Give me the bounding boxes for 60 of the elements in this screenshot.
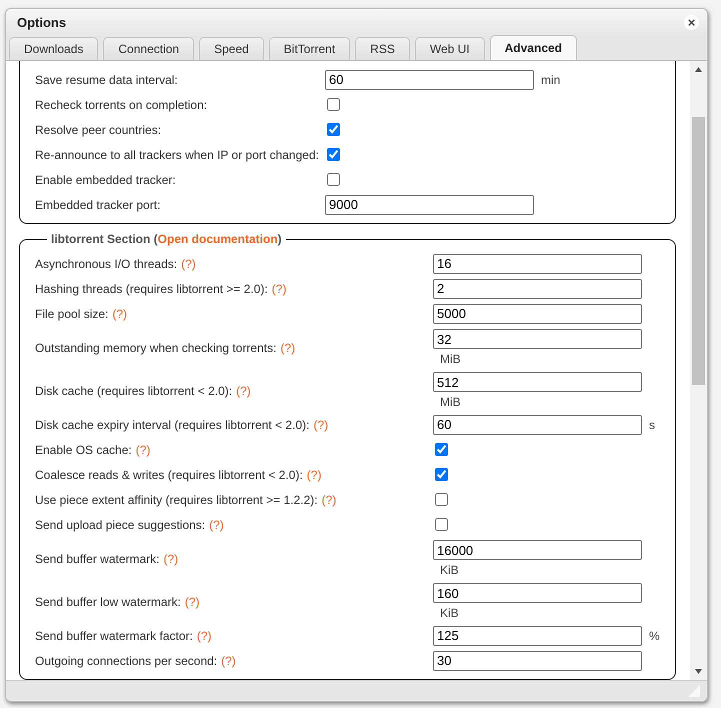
- setting-label: Embedded tracker port:: [35, 198, 160, 212]
- tab[interactable]: BitTorrent: [268, 37, 350, 60]
- checkbox[interactable]: [327, 173, 340, 186]
- setting-label: Recheck torrents on completion:: [35, 98, 208, 112]
- close-button[interactable]: ×: [684, 15, 699, 30]
- section-title: libtorrent Section (: [51, 232, 158, 246]
- setting-label: Re-announce to all trackers when IP or port changed:: [35, 148, 319, 162]
- window-title: Options: [17, 15, 66, 30]
- setting-label: Send buffer low watermark:: [35, 594, 181, 608]
- setting-label: Send upload piece suggestions:: [35, 518, 206, 532]
- scrollbar[interactable]: [690, 61, 707, 680]
- setting-label: File pool size:: [35, 306, 108, 320]
- input-field[interactable]: 30: [433, 650, 642, 670]
- setting-label: Asynchronous I/O threads:: [35, 256, 178, 270]
- input-field[interactable]: 16000: [433, 540, 642, 560]
- setting-label: Send buffer watermark:: [35, 552, 160, 566]
- unit-label: min: [540, 72, 562, 86]
- checkbox[interactable]: [435, 443, 448, 456]
- tab[interactable]: Speed: [199, 37, 264, 60]
- input-field[interactable]: 160: [433, 583, 642, 603]
- setting-label: Disk cache expiry interval (requires libtorrent < 2.0):: [35, 418, 310, 432]
- input-field[interactable]: 512: [433, 372, 642, 392]
- checkbox[interactable]: [327, 98, 340, 111]
- input-field[interactable]: 32: [433, 329, 642, 349]
- unit-label: KiB: [439, 562, 460, 577]
- setting-label: Use piece extent affinity (requires libtorrent >= 1.2.2):: [35, 492, 318, 506]
- section-title: ): [278, 232, 282, 246]
- setting-label: Enable OS cache:: [35, 442, 132, 456]
- input-field[interactable]: 2: [433, 278, 642, 298]
- unit-label: MiB: [439, 351, 462, 366]
- input-field[interactable]: 60: [325, 70, 534, 90]
- scrollbar-thumb[interactable]: [692, 117, 705, 385]
- tab[interactable]: Downloads: [9, 37, 98, 60]
- tab[interactable]: RSS: [355, 37, 410, 60]
- checkbox[interactable]: [435, 468, 448, 481]
- input-field[interactable]: 60: [433, 414, 642, 434]
- tab[interactable]: Connection: [103, 37, 194, 60]
- setting-label: Outgoing connections per second:: [35, 654, 218, 668]
- input-field[interactable]: 5000: [433, 304, 642, 324]
- setting-label: Save resume data interval:: [35, 72, 178, 86]
- setting-label: Disk cache (requires libtorrent < 2.0):: [35, 384, 232, 398]
- checkbox[interactable]: [435, 493, 448, 506]
- setting-label: Hashing threads (requires libtorrent >= 2.0):: [35, 282, 268, 296]
- input-field[interactable]: 9000: [325, 194, 534, 214]
- unit-label: %: [648, 628, 661, 642]
- unit-label: s: [648, 418, 656, 432]
- setting-label: Send buffer watermark factor:: [35, 628, 193, 642]
- input-field[interactable]: 125: [433, 626, 642, 646]
- tab[interactable]: Advanced: [490, 35, 577, 60]
- checkbox[interactable]: [327, 148, 340, 161]
- input-field[interactable]: 16: [433, 254, 642, 274]
- checkbox[interactable]: [327, 123, 340, 136]
- setting-label: Outstanding memory when checking torrents:: [35, 340, 276, 354]
- checkbox[interactable]: [435, 518, 448, 531]
- unit-label: MiB: [439, 394, 462, 409]
- setting-label: Enable embedded tracker:: [35, 172, 176, 186]
- tab[interactable]: Web UI: [414, 37, 485, 60]
- setting-label: Resolve peer countries:: [35, 122, 162, 136]
- setting-label: Coalesce reads & writes (requires libtorrent < 2.0):: [35, 468, 303, 482]
- unit-label: KiB: [439, 605, 460, 620]
